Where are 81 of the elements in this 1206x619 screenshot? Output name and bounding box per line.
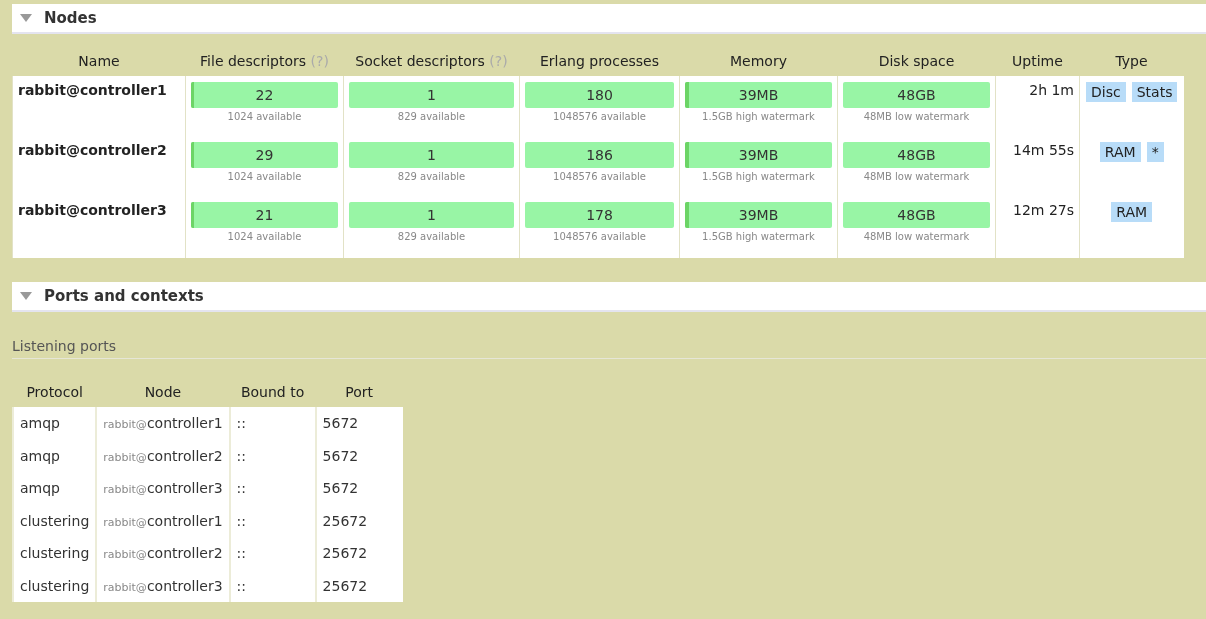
bound-to-cell: :: bbox=[229, 439, 316, 472]
node-cell: rabbit@controller1 bbox=[96, 504, 230, 537]
column-header: File descriptors (?) bbox=[200, 53, 329, 69]
column-header: Name bbox=[78, 53, 120, 69]
section-title: Nodes bbox=[44, 9, 97, 27]
metric-bar: 22 bbox=[191, 82, 338, 108]
protocol-cell: amqp bbox=[13, 407, 97, 440]
node-cell: rabbit@controller3 bbox=[96, 472, 230, 505]
node-type-tag: RAM bbox=[1099, 142, 1141, 162]
metric-bar: 1 bbox=[349, 202, 514, 228]
metric-note: 1024 available bbox=[226, 231, 303, 242]
collapse-triangle-icon[interactable] bbox=[20, 292, 32, 300]
bound-to-cell: :: bbox=[229, 407, 316, 440]
port-cell: 25672 bbox=[315, 537, 403, 570]
metric-note: 48MB low watermark bbox=[862, 231, 971, 242]
protocol-cell: clustering bbox=[13, 537, 97, 570]
column-header: Node bbox=[144, 384, 182, 400]
uptime-text: 2h 1m bbox=[1029, 82, 1074, 98]
section-header[interactable]: Ports and contexts bbox=[12, 282, 1206, 312]
node-cell: rabbit@controller1 bbox=[96, 407, 230, 440]
bound-to-cell: :: bbox=[229, 504, 316, 537]
metric-bar: 39MB bbox=[685, 142, 832, 168]
bound-to-cell: :: bbox=[229, 569, 316, 602]
column-header: Protocol bbox=[26, 384, 83, 400]
metric-note: 829 available bbox=[396, 231, 467, 242]
port-cell: 5672 bbox=[315, 407, 403, 440]
node-type-tag: RAM bbox=[1111, 202, 1153, 222]
bound-to-cell: :: bbox=[229, 472, 316, 505]
node-cell: rabbit@controller2 bbox=[96, 439, 230, 472]
uptime-text: 12m 27s bbox=[1013, 202, 1074, 218]
bound-to-cell: :: bbox=[229, 537, 316, 570]
protocol-cell: clustering bbox=[13, 569, 97, 602]
node-type-tag: Disc bbox=[1086, 82, 1126, 102]
protocol-cell: clustering bbox=[13, 504, 97, 537]
section-title: Ports and contexts bbox=[44, 287, 204, 305]
metric-note: 48MB low watermark bbox=[862, 111, 971, 122]
column-header: Disk space bbox=[878, 53, 955, 69]
protocol-cell: amqp bbox=[13, 439, 97, 472]
metric-note: 1.5GB high watermark bbox=[701, 171, 816, 182]
collapse-triangle-icon[interactable] bbox=[20, 14, 32, 22]
metric-note: 829 available bbox=[396, 111, 467, 122]
port-cell: 5672 bbox=[315, 472, 403, 505]
metric-bar: 48GB bbox=[843, 142, 990, 168]
metric-note: 1.5GB high watermark bbox=[701, 231, 816, 242]
node-type-tag: Stats bbox=[1131, 82, 1178, 102]
port-cell: 25672 bbox=[315, 569, 403, 602]
port-cell: 25672 bbox=[315, 504, 403, 537]
column-header: Uptime bbox=[1012, 53, 1063, 69]
metric-bar: 180 bbox=[525, 82, 674, 108]
metric-bar: 186 bbox=[525, 142, 674, 168]
metric-bar: 1 bbox=[349, 142, 514, 168]
metric-note: 1048576 available bbox=[552, 171, 647, 182]
metric-note: 1024 available bbox=[226, 111, 303, 122]
uptime-text: 14m 55s bbox=[1013, 142, 1074, 158]
node-cell: rabbit@controller2 bbox=[96, 537, 230, 570]
metric-note: 48MB low watermark bbox=[862, 171, 971, 182]
metric-bar: 39MB bbox=[685, 202, 832, 228]
metric-note: 1024 available bbox=[226, 171, 303, 182]
metric-note: 1048576 available bbox=[552, 111, 647, 122]
metric-note: 1048576 available bbox=[552, 231, 647, 242]
metric-bar: 1 bbox=[349, 82, 514, 108]
protocol-cell: amqp bbox=[13, 472, 97, 505]
node-cell: rabbit@controller3 bbox=[96, 569, 230, 602]
column-header: Erlang processes bbox=[540, 53, 659, 69]
subsection-title: Listening ports bbox=[12, 338, 1206, 359]
port-cell: 5672 bbox=[315, 439, 403, 472]
metric-bar: 178 bbox=[525, 202, 674, 228]
column-header: Bound to bbox=[240, 384, 305, 400]
metric-bar: 39MB bbox=[685, 82, 832, 108]
column-header: Memory bbox=[730, 53, 787, 69]
column-header: Type bbox=[1115, 53, 1148, 69]
metric-bar: 29 bbox=[191, 142, 338, 168]
node-type-tag: * bbox=[1146, 142, 1164, 162]
metric-note: 829 available bbox=[396, 171, 467, 182]
metric-note: 1.5GB high watermark bbox=[701, 111, 816, 122]
section-header[interactable]: Nodes bbox=[12, 4, 1206, 34]
column-header: Socket descriptors (?) bbox=[355, 53, 508, 69]
column-header: Port bbox=[345, 384, 373, 400]
metric-bar: 48GB bbox=[843, 202, 990, 228]
metric-bar: 48GB bbox=[843, 82, 990, 108]
metric-bar: 21 bbox=[191, 202, 338, 228]
